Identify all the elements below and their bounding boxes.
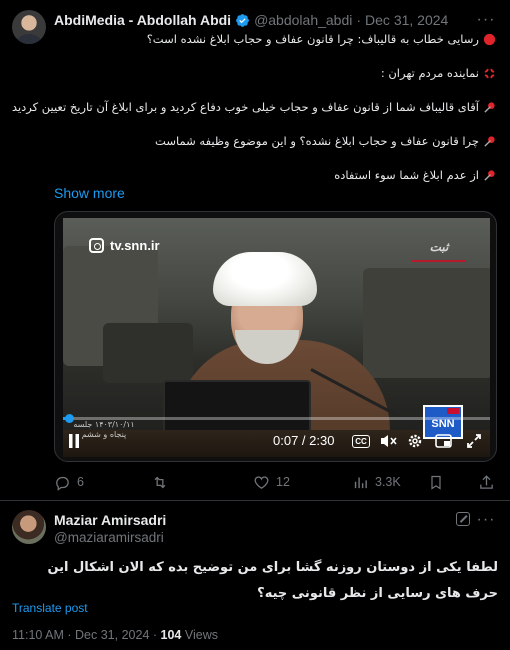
tweet-line: آقای قالیباف شما از قانون عفاف و حجاب خی… bbox=[12, 100, 496, 114]
main-tweet: AbdiMedia - Abdollah Abdi @abdolah_abdi … bbox=[0, 0, 510, 500]
pause-icon[interactable] bbox=[65, 432, 83, 450]
tweet-line: چرا قانون عفاف و حجاب ابلاغ نشده؟ و این … bbox=[155, 134, 496, 148]
divider bbox=[0, 500, 510, 501]
share-icon bbox=[480, 474, 493, 489]
reply-more-options-icon[interactable]: ··· bbox=[476, 510, 496, 530]
reply-time[interactable]: 11:10 AM bbox=[12, 628, 64, 642]
video-frame[interactable]: tv.snn.ir ثبت SNN ۱۴۰۳/۱۰/۱۱ جلسه پنجاه … bbox=[63, 218, 490, 457]
author-handle[interactable]: @abdolah_abdi bbox=[254, 12, 352, 28]
reply-avatar[interactable] bbox=[12, 510, 46, 544]
settings-icon[interactable] bbox=[406, 432, 424, 450]
dot-separator: · bbox=[67, 628, 72, 642]
channel-logo-top: ثبت bbox=[412, 240, 466, 262]
like-button[interactable]: 12 bbox=[253, 472, 290, 492]
show-more-link[interactable]: Show more bbox=[54, 185, 125, 201]
fullscreen-icon[interactable] bbox=[465, 432, 483, 450]
video-progress-bar[interactable] bbox=[63, 414, 490, 423]
views-label: Views bbox=[184, 628, 218, 642]
share-button[interactable] bbox=[478, 472, 495, 492]
video-player[interactable]: tv.snn.ir ثبت SNN ۱۴۰۳/۱۰/۱۱ جلسه پنجاه … bbox=[54, 211, 497, 462]
reply-button[interactable]: 6 bbox=[54, 472, 84, 492]
views-button[interactable]: 3.3K bbox=[352, 472, 401, 492]
mute-icon[interactable] bbox=[379, 432, 397, 450]
red-circle-icon bbox=[483, 33, 496, 45]
bookmark-button[interactable] bbox=[428, 472, 444, 492]
tweet-line: نماینده مردم تهران : bbox=[381, 66, 496, 80]
video-controls: 0:07 / 2:30 CC bbox=[63, 430, 490, 452]
background-seat bbox=[103, 323, 193, 383]
video-watermark: tv.snn.ir bbox=[89, 238, 160, 253]
tv-tag-icon bbox=[447, 408, 459, 414]
reply-icon bbox=[56, 476, 69, 491]
anger-symbol-icon bbox=[484, 68, 495, 78]
dot-separator: · bbox=[356, 12, 362, 28]
reply-footer: 11:10 AM · Dec 31, 2024 · 104 Views bbox=[12, 628, 218, 642]
reply-text: لطفا یکی از دوستان روزنه گشا برای من توض… bbox=[47, 560, 498, 601]
more-options-icon[interactable]: ··· bbox=[476, 10, 496, 30]
tweet-date[interactable]: Dec 31, 2024 bbox=[365, 12, 448, 28]
video-time: 0:07 / 2:30 bbox=[273, 433, 335, 448]
bookmark-icon bbox=[431, 475, 441, 490]
author-name[interactable]: AbdiMedia - Abdollah Abdi bbox=[54, 12, 231, 28]
tweet-line: از عدم ابلاغ شما سوء استفاده bbox=[334, 168, 496, 182]
speaker-turban bbox=[213, 252, 317, 306]
repost-button[interactable] bbox=[151, 472, 175, 492]
picture-in-picture-icon[interactable] bbox=[435, 432, 453, 450]
instagram-icon bbox=[89, 238, 104, 253]
views-count: 104 bbox=[160, 628, 182, 642]
verified-badge-icon bbox=[236, 13, 249, 27]
tweet-header: AbdiMedia - Abdollah Abdi @abdolah_abdi … bbox=[54, 11, 470, 29]
translate-post-link[interactable]: Translate post bbox=[12, 601, 88, 615]
reply-author-handle[interactable]: @maziaramirsadri bbox=[54, 530, 164, 545]
avatar[interactable] bbox=[12, 10, 46, 44]
background-seat bbox=[363, 268, 490, 378]
pushpin-icon bbox=[484, 169, 495, 181]
pushpin-icon bbox=[484, 101, 495, 113]
grok-icon[interactable] bbox=[456, 512, 470, 526]
pushpin-icon bbox=[484, 135, 495, 147]
tweet-actions: 6 12 3.3K bbox=[54, 472, 497, 492]
reply-date[interactable]: Dec 31, 2024 bbox=[75, 628, 149, 642]
reply-author-name[interactable]: Maziar Amirsadri bbox=[54, 512, 166, 528]
repost-icon bbox=[154, 476, 166, 488]
captions-icon[interactable]: CC bbox=[352, 432, 370, 450]
analytics-icon bbox=[354, 477, 367, 488]
tweet-line: رسایی خطاب به قالیباف: چرا قانون عفاف و … bbox=[147, 32, 496, 46]
heart-icon bbox=[254, 475, 269, 489]
dot-separator: · bbox=[152, 628, 158, 642]
